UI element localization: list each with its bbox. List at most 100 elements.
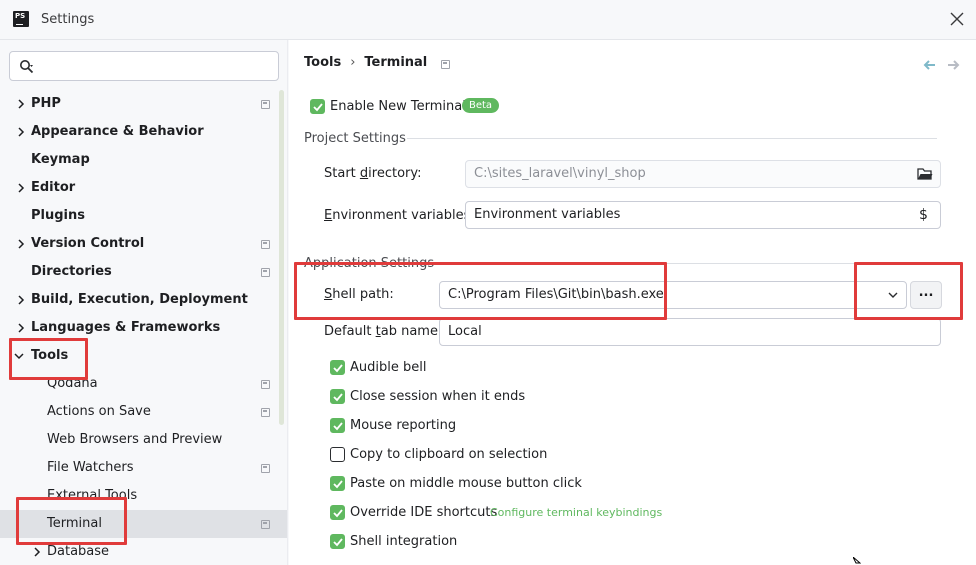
chevron-right-icon[interactable] (16, 98, 26, 110)
copy-to-clipboard-label[interactable]: Copy to clipboard on selection (350, 447, 547, 462)
paste-middle-click-label[interactable]: Paste on middle mouse button click (350, 476, 582, 491)
close-session-checkbox[interactable] (330, 389, 345, 404)
section-divider (424, 263, 937, 264)
dollar-icon[interactable]: $ (919, 202, 928, 228)
sidebar-item-label: Keymap (31, 152, 90, 167)
sidebar-item-php[interactable]: PHP (0, 90, 287, 118)
back-arrow-icon[interactable] (922, 59, 936, 71)
checkmark-icon (333, 393, 343, 402)
chevron-right-icon[interactable] (16, 182, 26, 194)
window-title: Settings (41, 12, 95, 27)
checkmark-icon (313, 103, 323, 112)
override-ide-shortcuts-label[interactable]: Override IDE shortcuts (350, 505, 497, 520)
configure-keybindings-link[interactable]: Configure terminal keybindings (490, 506, 662, 519)
forward-arrow-icon[interactable] (947, 59, 961, 71)
copy-to-clipboard-checkbox[interactable] (330, 447, 345, 462)
default-tab-name-field[interactable]: Local (439, 318, 941, 346)
sidebar-item-label: Languages & Frameworks (31, 320, 221, 335)
sidebar-item-actions-on-save[interactable]: Actions on Save (0, 398, 287, 426)
shell-path-value: C:\Program Files\Git\bin\bash.exe (448, 287, 664, 302)
checkmark-icon (333, 538, 343, 547)
sidebar-item-languages[interactable]: Languages & Frameworks (0, 314, 287, 342)
sidebar-item-database[interactable]: Database (0, 538, 287, 565)
settings-content: Tools › Terminal Enable New Terminal Beta … (289, 40, 976, 565)
chevron-right-icon[interactable] (16, 126, 26, 138)
chevron-right-icon[interactable] (32, 546, 42, 558)
sidebar-item-directories[interactable]: Directories (0, 258, 287, 286)
checkmark-icon (333, 364, 343, 373)
shell-path-combobox[interactable]: C:\Program Files\Git\bin\bash.exe (439, 281, 907, 309)
start-directory-value: C:\sites_laravel\vinyl_shop (474, 166, 646, 181)
chevron-right-icon[interactable] (16, 322, 26, 334)
settings-sidebar: PHP Appearance & Behavior Keymap Editor … (0, 40, 288, 565)
paste-middle-click-checkbox[interactable] (330, 476, 345, 491)
sidebar-item-label: Directories (31, 264, 112, 279)
sidebar-item-editor[interactable]: Editor (0, 174, 287, 202)
breadcrumb-parent[interactable]: Tools (304, 55, 341, 70)
close-icon[interactable] (950, 12, 966, 28)
env-vars-label: Environment variables: (324, 208, 475, 223)
sidebar-item-label: Web Browsers and Preview (47, 432, 223, 447)
checkmark-icon (333, 480, 343, 489)
project-level-icon (261, 380, 270, 389)
project-level-icon (261, 100, 270, 109)
project-level-icon (261, 240, 270, 249)
sidebar-item-build[interactable]: Build, Execution, Deployment (0, 286, 287, 314)
chevron-right-icon[interactable] (16, 294, 26, 306)
chevron-down-icon[interactable] (14, 350, 24, 362)
sidebar-item-label: Plugins (31, 208, 85, 223)
project-level-icon (261, 464, 270, 473)
shell-integration-label[interactable]: Shell integration (350, 534, 457, 549)
enable-new-terminal-label[interactable]: Enable New Terminal (330, 99, 466, 114)
sidebar-item-file-watchers[interactable]: File Watchers (0, 454, 287, 482)
project-settings-title: Project Settings (304, 131, 406, 146)
override-ide-shortcuts-checkbox[interactable] (330, 505, 345, 520)
sidebar-item-terminal[interactable]: Terminal (0, 510, 287, 538)
start-directory-field[interactable]: C:\sites_laravel\vinyl_shop (465, 160, 941, 188)
sidebar-item-plugins[interactable]: Plugins (0, 202, 287, 230)
start-directory-label: Start directory: (324, 166, 422, 181)
sidebar-item-label: File Watchers (47, 460, 134, 475)
project-level-icon (261, 408, 270, 417)
sidebar-item-tools[interactable]: Tools (0, 342, 287, 370)
phpstorm-logo-icon: PS (13, 11, 29, 27)
mouse-reporting-checkbox[interactable] (330, 418, 345, 433)
settings-search-box[interactable] (9, 51, 279, 81)
env-vars-field[interactable]: Environment variables $ (465, 201, 941, 229)
sidebar-item-label: Tools (31, 348, 69, 363)
sidebar-item-label: PHP (31, 96, 61, 111)
sidebar-item-external-tools[interactable]: External Tools (0, 482, 287, 510)
mouse-reporting-label[interactable]: Mouse reporting (350, 418, 456, 433)
search-input[interactable] (40, 56, 274, 76)
project-level-icon (261, 268, 270, 277)
env-vars-value: Environment variables (474, 207, 621, 222)
audible-bell-label[interactable]: Audible bell (350, 360, 426, 375)
sidebar-item-label: Build, Execution, Deployment (31, 292, 248, 307)
search-icon (20, 60, 34, 74)
sidebar-item-label: Appearance & Behavior (31, 124, 204, 139)
sidebar-item-version-control[interactable]: Version Control (0, 230, 287, 258)
close-session-label[interactable]: Close session when it ends (350, 389, 525, 404)
folder-icon[interactable] (917, 167, 933, 181)
enable-new-terminal-checkbox[interactable] (310, 99, 325, 114)
sidebar-scrollbar[interactable] (279, 90, 284, 425)
checkmark-icon (333, 422, 343, 431)
shell-integration-checkbox[interactable] (330, 534, 345, 549)
shell-path-label: Shell path: (324, 287, 394, 302)
sidebar-item-label: Database (47, 544, 110, 559)
sidebar-item-appearance[interactable]: Appearance & Behavior (0, 118, 287, 146)
audible-bell-checkbox[interactable] (330, 360, 345, 375)
project-level-icon (261, 520, 270, 529)
breadcrumb-separator: › (350, 55, 356, 70)
chevron-right-icon[interactable] (16, 238, 26, 250)
chevron-down-icon[interactable] (888, 292, 898, 299)
sidebar-item-web-browsers[interactable]: Web Browsers and Preview (0, 426, 287, 454)
beta-badge: Beta (462, 98, 500, 113)
default-tab-value: Local (448, 324, 482, 339)
app-settings-title: Application Settings (304, 256, 435, 271)
sidebar-item-keymap[interactable]: Keymap (0, 146, 287, 174)
default-tab-label: Default tab name: (324, 324, 443, 339)
sidebar-item-label: Terminal (47, 516, 102, 531)
sidebar-item-qodana[interactable]: Qodana (0, 370, 287, 398)
browse-shell-button[interactable]: ... (910, 281, 942, 309)
